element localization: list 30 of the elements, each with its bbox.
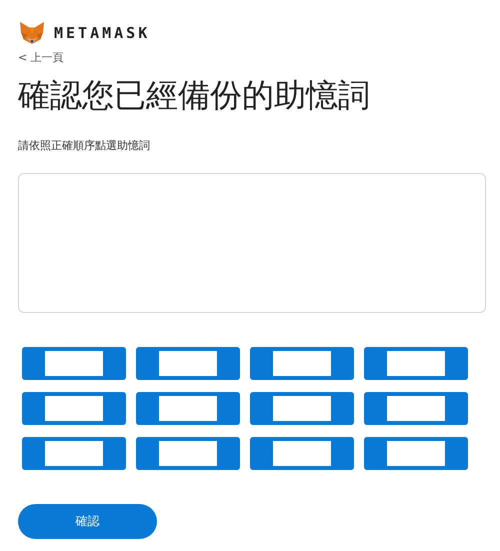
redaction-block <box>273 441 331 466</box>
redaction-block <box>159 396 217 421</box>
instruction-text: 請依照正確順序點選助憶詞 <box>18 139 151 153</box>
word-button[interactable] <box>364 437 468 470</box>
redaction-block <box>387 396 445 421</box>
redaction-block <box>45 351 103 376</box>
word-button[interactable] <box>22 347 126 380</box>
confirm-button[interactable]: 確認 <box>18 504 157 539</box>
word-button[interactable] <box>22 392 126 425</box>
word-button[interactable] <box>136 347 240 380</box>
redaction-block <box>273 396 331 421</box>
redaction-block <box>45 441 103 466</box>
redaction-block <box>273 351 331 376</box>
word-button[interactable] <box>250 437 354 470</box>
redaction-block <box>387 441 445 466</box>
redaction-block <box>45 396 103 421</box>
word-button[interactable] <box>364 347 468 380</box>
word-button[interactable] <box>136 437 240 470</box>
word-button[interactable] <box>250 347 354 380</box>
redaction-block <box>387 351 445 376</box>
word-button[interactable] <box>250 392 354 425</box>
page-title: 確認您已經備份的助憶詞 <box>18 75 371 115</box>
brand-name: METAMASK <box>54 24 150 42</box>
redaction-block <box>159 441 217 466</box>
fox-logo-icon <box>18 21 46 45</box>
word-button[interactable] <box>136 392 240 425</box>
back-link[interactable]: < 上一頁 <box>18 51 64 65</box>
word-button[interactable] <box>22 437 126 470</box>
word-button[interactable] <box>364 392 468 425</box>
redaction-block <box>159 351 217 376</box>
